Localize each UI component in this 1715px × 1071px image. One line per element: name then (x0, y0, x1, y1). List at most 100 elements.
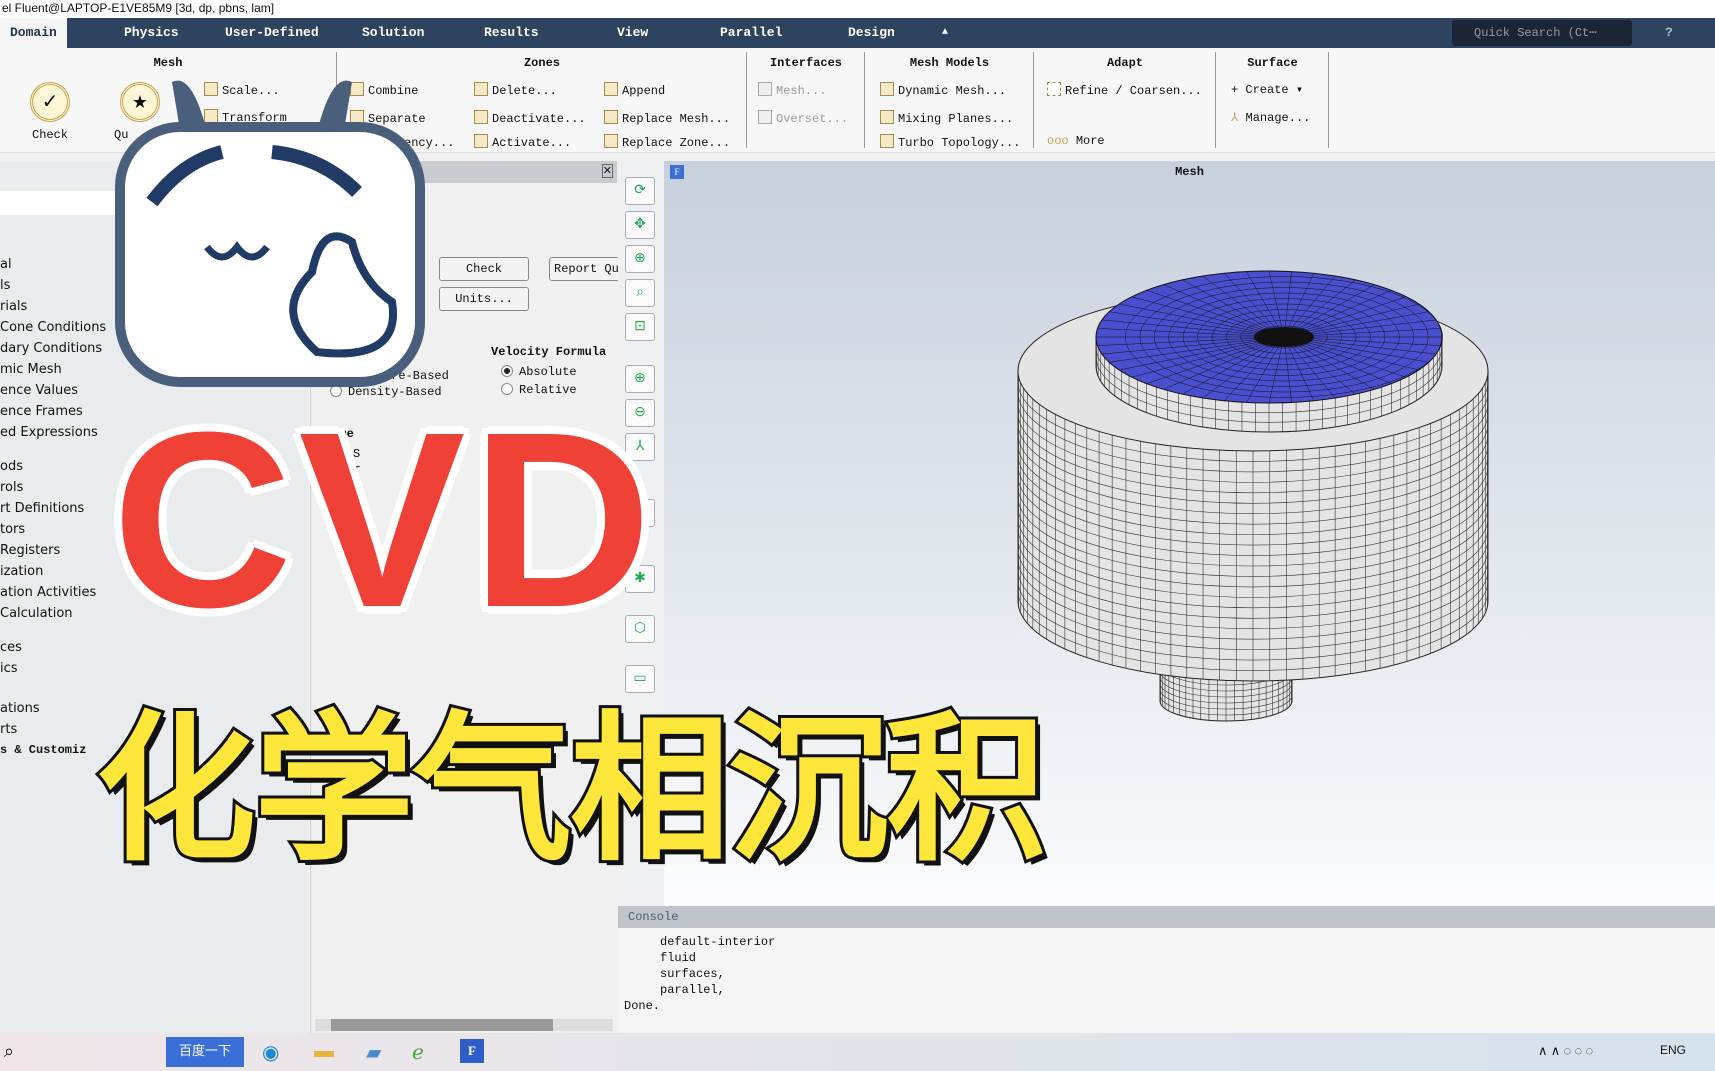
tree-item[interactable]: ations (0, 701, 40, 716)
create-surface-button[interactable]: + Create ▾ (1231, 82, 1303, 97)
tree-item[interactable]: ods (0, 459, 23, 474)
replace-zone-label: Replace Zone... (622, 136, 731, 150)
interface-mesh-button[interactable]: Mesh... (758, 82, 826, 98)
refine-label: Refine / Coarsen... (1065, 84, 1202, 98)
dynamic-mesh-icon (880, 82, 894, 96)
tree-item[interactable]: s & Customiz (0, 743, 86, 757)
mesh-models-group: Mesh Models Dynamic Mesh... Mixing Plane… (866, 52, 1034, 150)
zoom-in-out-icon[interactable]: ⊕ (625, 245, 655, 273)
tree-item[interactable]: al (0, 257, 12, 272)
turbo-topology-icon (880, 134, 894, 148)
delete-label: Delete... (492, 84, 557, 98)
tab-results[interactable]: Results (484, 18, 539, 48)
mixing-planes-button[interactable]: Mixing Planes... (880, 110, 1013, 126)
fluent-taskbar-icon[interactable]: F (460, 1039, 484, 1063)
tree-item[interactable]: rials (0, 299, 27, 314)
tree-item[interactable]: ed Expressions (0, 425, 98, 440)
file-explorer-icon[interactable]: ▬ (314, 1040, 334, 1063)
console-output[interactable]: default-interior fluid surfaces, paralle… (624, 934, 775, 1014)
tree-item[interactable]: ization (0, 564, 43, 579)
collapse-ribbon-icon[interactable]: ▲ (942, 18, 948, 48)
check-button[interactable]: Check (32, 128, 68, 142)
edge-icon[interactable]: ◉ (262, 1040, 279, 1065)
taskbar: ⌕ 百度一下 ◉ ▬ ▰ ℯ F ∧ ∧ ◌ ◌ ◌ ENG (0, 1033, 1715, 1071)
check-mesh-button[interactable]: Check (439, 257, 529, 281)
manage-surface-button[interactable]: ⅄ Manage... (1231, 110, 1310, 125)
search-icon[interactable]: ⌕ (4, 1041, 14, 1062)
turbo-topology-button[interactable]: Turbo Topology... (880, 134, 1020, 150)
rotate-icon[interactable]: ⟳ (625, 177, 655, 205)
replace-mesh-icon (604, 110, 618, 124)
tree-item[interactable]: ation Activities (0, 585, 96, 600)
tab-solution[interactable]: Solution (362, 18, 424, 48)
dynamic-mesh-label: Dynamic Mesh... (898, 84, 1007, 98)
language-indicator[interactable]: ENG (1660, 1043, 1686, 1057)
activate-button[interactable]: Activate... (474, 134, 571, 150)
pan-icon[interactable]: ✥ (625, 211, 655, 239)
surface-title: Surface (1247, 56, 1298, 70)
create-label: Create (1245, 83, 1289, 97)
append-button[interactable]: Append (604, 82, 665, 98)
mixing-planes-label: Mixing Planes... (898, 112, 1014, 126)
tree-item[interactable]: Registers (0, 543, 60, 558)
baidu-search-button[interactable]: 百度一下 (166, 1037, 244, 1067)
mesh-interface-icon (758, 82, 772, 96)
tree-item[interactable]: rt Definitions (0, 501, 84, 516)
tree-item[interactable]: ces (0, 640, 22, 655)
tab-user-defined[interactable]: User-Defined (225, 18, 319, 48)
report-quality-button[interactable]: Report Qu (549, 257, 629, 281)
tab-physics[interactable]: Physics (124, 18, 179, 48)
tree-item[interactable]: Cone Conditions (0, 320, 106, 335)
units-button[interactable]: Units... (439, 287, 529, 311)
adapt-title: Adapt (1106, 56, 1143, 70)
overset-icon (758, 110, 772, 124)
tree-item[interactable]: ence Values (0, 383, 78, 398)
adapt-group: Adapt Refine / Coarsen... ooo More (1035, 52, 1216, 148)
zoom-to-fit-icon[interactable]: ⊡ (625, 313, 655, 341)
absolute-radio[interactable]: Absolute (501, 365, 577, 379)
horizontal-scrollbar[interactable] (315, 1019, 613, 1031)
close-icon[interactable]: ✕ (601, 164, 613, 178)
tab-parallel[interactable]: Parallel (720, 18, 782, 48)
tree-item[interactable]: ence Frames (0, 404, 83, 419)
scrollbar-thumb[interactable] (331, 1019, 553, 1031)
tree-item[interactable]: dary Conditions (0, 341, 102, 356)
tree-item[interactable]: rols (0, 480, 23, 495)
interfaces-group-title: Interfaces (769, 56, 842, 70)
turbo-topology-label: Turbo Topology... (898, 136, 1021, 150)
velocity-formulation-title: Velocity Formula (491, 345, 607, 359)
tree-item[interactable]: ics (0, 661, 18, 676)
append-icon (604, 82, 618, 96)
toggle-icon[interactable]: ▭ (625, 665, 655, 693)
app-icon[interactable]: ▰ (366, 1040, 381, 1065)
tray-icons[interactable]: ∧ ∧ ◌ ◌ ◌ (1538, 1043, 1593, 1059)
refine-icon (1047, 82, 1061, 96)
tree-item[interactable]: rts (0, 722, 17, 737)
top-face-center (1254, 327, 1314, 347)
refine-coarsen-button[interactable]: Refine / Coarsen... (1047, 82, 1202, 98)
help-icon[interactable]: ? (1665, 18, 1673, 48)
overset-button[interactable]: Overset... (758, 110, 848, 126)
tree-item[interactable]: mic Mesh (0, 362, 62, 377)
tab-design[interactable]: Design (848, 18, 895, 48)
deactivate-label: Deactivate... (492, 112, 586, 126)
more-icon: ooo (1047, 134, 1076, 148)
tab-domain[interactable]: Domain (0, 18, 67, 48)
tab-view[interactable]: View (617, 18, 648, 48)
replace-mesh-button[interactable]: Replace Mesh... (604, 110, 730, 126)
tree-item[interactable]: Calculation (0, 606, 73, 621)
dynamic-mesh-button[interactable]: Dynamic Mesh... (880, 82, 1006, 98)
tree-item[interactable]: ls (0, 278, 10, 293)
interface-mesh-label: Mesh... (776, 84, 827, 98)
check-icon[interactable]: ✓ (30, 82, 70, 122)
zoom-box-icon[interactable]: ⌕ (625, 279, 655, 307)
replace-mesh-label: Replace Mesh... (622, 112, 731, 126)
delete-button[interactable]: Delete... (474, 82, 557, 98)
delete-zone-icon (474, 82, 488, 96)
more-button[interactable]: ooo More (1047, 134, 1105, 148)
replace-zone-button[interactable]: Replace Zone... (604, 134, 730, 150)
quick-search-input[interactable]: Quick Search (Ct⋯ (1452, 20, 1632, 46)
deactivate-button[interactable]: Deactivate... (474, 110, 586, 126)
ie-icon[interactable]: ℯ (412, 1040, 424, 1065)
tree-item[interactable]: tors (0, 522, 25, 537)
